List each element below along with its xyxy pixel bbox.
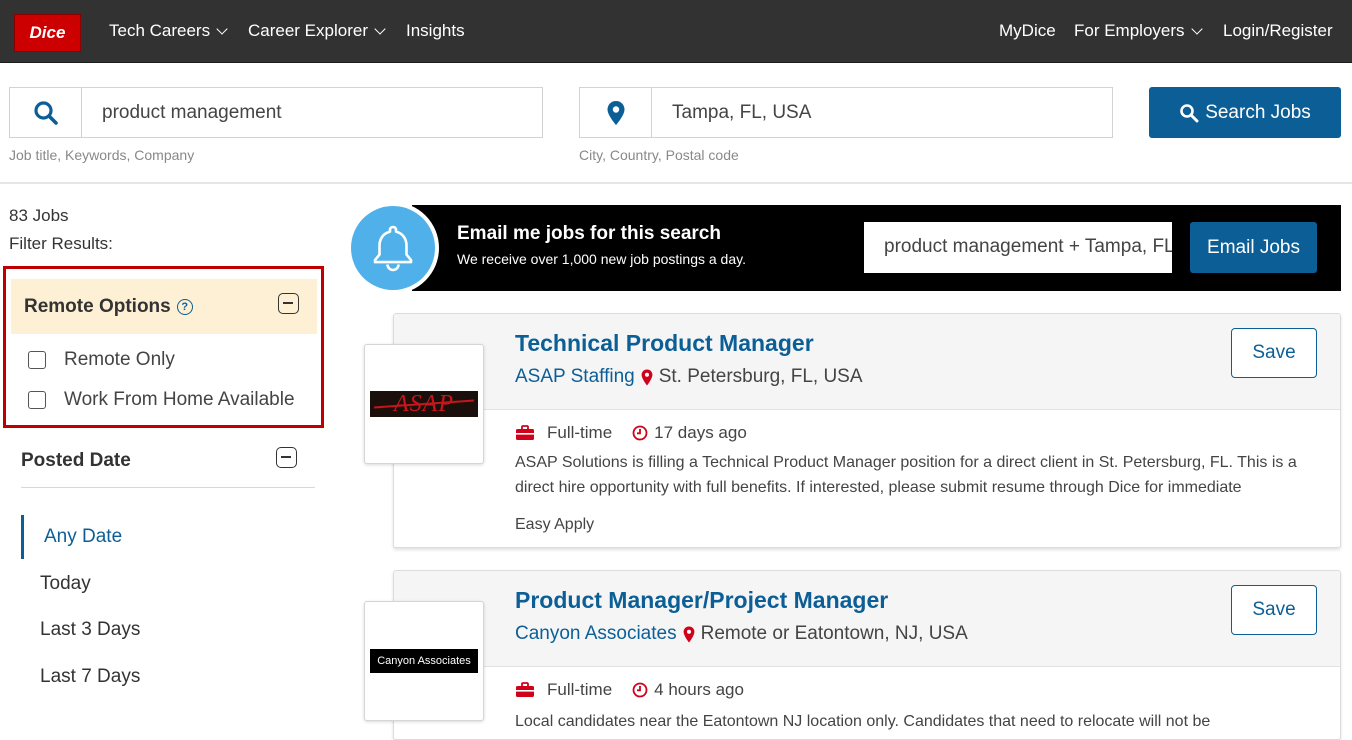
location-help-text: City, Country, Postal code xyxy=(579,147,739,163)
remote-only-label: Remote Only xyxy=(64,349,175,370)
filter-results-label: Filter Results: xyxy=(9,234,113,253)
work-from-home-checkbox[interactable] xyxy=(28,391,46,409)
search-jobs-button[interactable]: Search Jobs xyxy=(1149,87,1341,138)
remote-options-header[interactable]: Remote Options ? xyxy=(11,279,317,334)
date-option-today[interactable]: Today xyxy=(40,573,91,595)
nav-mydice-label: MyDice xyxy=(999,21,1056,40)
location-pin-icon xyxy=(580,88,652,137)
collapse-icon[interactable] xyxy=(276,447,297,468)
logo-text: Dice xyxy=(29,23,66,42)
nav-career-explorer-label: Career Explorer xyxy=(248,21,368,40)
clock-icon xyxy=(632,425,648,441)
location-pin-icon xyxy=(641,369,653,385)
selected-indicator xyxy=(21,515,24,559)
briefcase-icon xyxy=(516,682,534,697)
remote-only-option[interactable]: Remote Only xyxy=(28,349,175,371)
work-from-home-option[interactable]: Work From Home Available xyxy=(28,389,295,411)
company-link[interactable]: ASAP Staffing xyxy=(515,366,635,388)
company-logo[interactable]: Canyon Associates xyxy=(364,601,484,721)
job-company-location: ASAP Staffing St. Petersburg, FL, USA xyxy=(515,366,863,388)
job-description: ASAP Solutions is filling a Technical Pr… xyxy=(515,454,1297,496)
canyon-logo-text: Canyon Associates xyxy=(377,655,471,667)
chevron-down-icon xyxy=(374,22,386,35)
job-meta: Full-time 4 hours ago xyxy=(515,680,744,700)
help-icon[interactable]: ? xyxy=(176,298,193,315)
company-link[interactable]: Canyon Associates xyxy=(515,623,677,645)
keyword-search-field[interactable]: product management xyxy=(9,87,543,138)
posted-time: 4 hours ago xyxy=(654,680,744,699)
job-location: St. Petersburg, FL, USA xyxy=(658,366,863,387)
location-pin-icon xyxy=(683,626,694,642)
email-banner-subtitle: We receive over 1,000 new job postings a… xyxy=(457,251,746,267)
job-company-location: Canyon Associates Remote or Eatontown, N… xyxy=(515,623,968,645)
posted-date-header[interactable]: Posted Date xyxy=(21,446,315,488)
date-option-any-date[interactable]: Any Date xyxy=(44,526,122,548)
save-job-button[interactable]: Save xyxy=(1231,328,1317,378)
collapse-icon[interactable] xyxy=(278,293,299,314)
nav-for-employers-label: For Employers xyxy=(1074,21,1185,40)
search-icon xyxy=(10,88,82,137)
remote-options-filter: Remote Options ? Remote Only Work From H… xyxy=(3,266,324,428)
nav-for-employers[interactable]: For Employers xyxy=(1074,21,1203,41)
job-title-link[interactable]: Technical Product Manager xyxy=(515,330,814,357)
asap-logo-image: ASAP xyxy=(370,391,478,417)
job-card-header xyxy=(394,571,1340,667)
company-logo[interactable]: ASAP xyxy=(364,344,484,464)
job-card-header xyxy=(394,314,1340,410)
employment-type: Full-time xyxy=(547,423,613,442)
remote-only-checkbox[interactable] xyxy=(28,351,46,369)
keyword-input-value[interactable]: product management xyxy=(102,102,282,124)
dice-logo[interactable]: Dice xyxy=(14,14,81,52)
jobs-count: 83 Jobs xyxy=(9,206,69,225)
posted-time: 17 days ago xyxy=(654,423,747,442)
bell-icon xyxy=(351,206,435,290)
date-option-last-3-days[interactable]: Last 3 Days xyxy=(40,619,140,641)
email-search-input[interactable]: product management + Tampa, FL, USA xyxy=(864,222,1172,273)
job-description: Local candidates near the Eatontown NJ l… xyxy=(515,713,1211,730)
location-search-field[interactable]: Tampa, FL, USA xyxy=(579,87,1113,138)
top-nav: Dice Tech Careers Career Explorer Insigh… xyxy=(0,0,1352,63)
nav-mydice[interactable]: MyDice xyxy=(999,21,1056,41)
posted-date-title: Posted Date xyxy=(21,450,131,471)
employment-type: Full-time xyxy=(547,680,613,699)
briefcase-icon xyxy=(516,425,534,440)
job-meta: Full-time 17 days ago xyxy=(515,423,747,443)
job-title-link[interactable]: Product Manager/Project Manager xyxy=(515,587,888,614)
nav-login-register[interactable]: Login/Register xyxy=(1223,21,1333,41)
email-alert-banner: Email me jobs for this search We receive… xyxy=(412,205,1341,291)
nav-login-register-label: Login/Register xyxy=(1223,21,1333,40)
search-icon xyxy=(1180,103,1199,122)
clock-icon xyxy=(632,682,648,698)
keyword-help-text: Job title, Keywords, Company xyxy=(9,147,195,163)
nav-insights[interactable]: Insights xyxy=(406,21,465,41)
save-job-button[interactable]: Save xyxy=(1231,585,1317,635)
chevron-down-icon xyxy=(1190,22,1203,35)
location-input-value[interactable]: Tampa, FL, USA xyxy=(672,102,811,124)
asap-logo-text: ASAP xyxy=(394,391,454,417)
search-jobs-label: Search Jobs xyxy=(1205,101,1311,123)
work-from-home-label: Work From Home Available xyxy=(64,389,295,410)
date-option-last-7-days[interactable]: Last 7 Days xyxy=(40,666,140,688)
search-area: product management Job title, Keywords, … xyxy=(0,63,1352,184)
remote-options-title: Remote Options xyxy=(24,295,171,317)
easy-apply-label: Easy Apply xyxy=(515,516,595,533)
nav-tech-careers[interactable]: Tech Careers xyxy=(109,21,228,41)
email-jobs-button[interactable]: Email Jobs xyxy=(1190,222,1317,273)
bell-badge xyxy=(347,202,439,294)
nav-career-explorer[interactable]: Career Explorer xyxy=(248,21,386,41)
job-card[interactable]: Product Manager/Project Manager Canyon A… xyxy=(393,570,1341,740)
nav-insights-label: Insights xyxy=(406,21,465,40)
nav-tech-careers-label: Tech Careers xyxy=(109,21,211,40)
canyon-logo-image: Canyon Associates xyxy=(370,649,478,673)
chevron-down-icon xyxy=(216,22,228,35)
email-banner-title: Email me jobs for this search xyxy=(457,223,721,244)
job-location: Remote or Eatontown, NJ, USA xyxy=(700,623,968,644)
job-card[interactable]: Technical Product Manager ASAP Staffing … xyxy=(393,313,1341,548)
